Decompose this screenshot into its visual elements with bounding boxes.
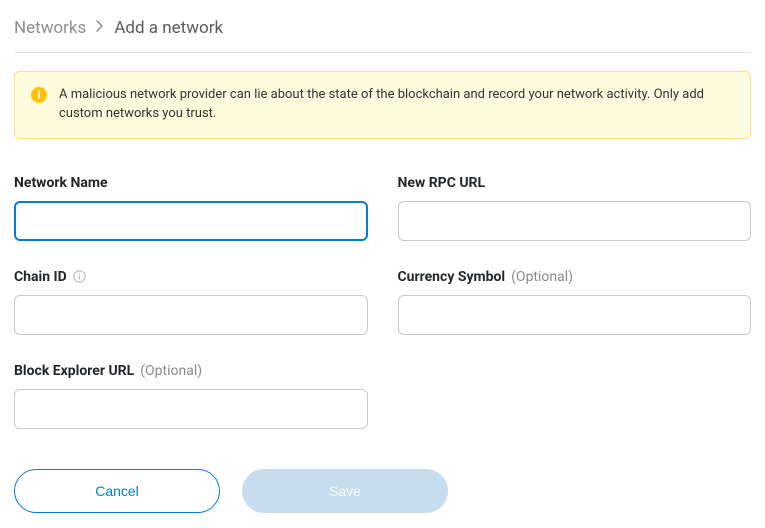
actions: Cancel Save	[14, 469, 751, 513]
label-chain-id: Chain ID	[14, 269, 368, 285]
divider	[14, 52, 751, 53]
breadcrumb: Networks Add a network	[14, 18, 751, 38]
label-text: Chain ID	[14, 269, 67, 285]
currency-symbol-input[interactable]	[398, 295, 752, 335]
field-network-name: Network Name	[14, 175, 368, 241]
save-button[interactable]: Save	[242, 469, 448, 513]
label-text: Block Explorer URL	[14, 363, 134, 379]
rpc-url-input[interactable]	[398, 201, 752, 241]
breadcrumb-current: Add a network	[114, 18, 223, 38]
label-block-explorer: Block Explorer URL (Optional)	[14, 363, 368, 379]
form-grid: Network Name New RPC URL Chain ID Curren…	[14, 175, 751, 429]
cancel-button[interactable]: Cancel	[14, 469, 220, 513]
label-network-name: Network Name	[14, 175, 368, 191]
field-block-explorer: Block Explorer URL (Optional)	[14, 363, 368, 429]
label-currency-symbol: Currency Symbol (Optional)	[398, 269, 752, 285]
chevron-right-icon	[96, 20, 104, 36]
field-currency-symbol: Currency Symbol (Optional)	[398, 269, 752, 335]
label-rpc-url: New RPC URL	[398, 175, 752, 191]
warning-banner: A malicious network provider can lie abo…	[14, 71, 751, 139]
network-name-input[interactable]	[14, 201, 368, 241]
info-icon	[31, 87, 47, 103]
field-chain-id: Chain ID	[14, 269, 368, 335]
optional-marker: (Optional)	[511, 269, 573, 285]
info-icon[interactable]	[73, 270, 86, 283]
field-rpc-url: New RPC URL	[398, 175, 752, 241]
label-text: Currency Symbol	[398, 269, 506, 285]
warning-text: A malicious network provider can lie abo…	[59, 86, 734, 124]
block-explorer-input[interactable]	[14, 389, 368, 429]
label-text: Network Name	[14, 175, 108, 191]
optional-marker: (Optional)	[140, 363, 202, 379]
label-text: New RPC URL	[398, 175, 486, 191]
chain-id-input[interactable]	[14, 295, 368, 335]
breadcrumb-parent[interactable]: Networks	[14, 18, 86, 38]
